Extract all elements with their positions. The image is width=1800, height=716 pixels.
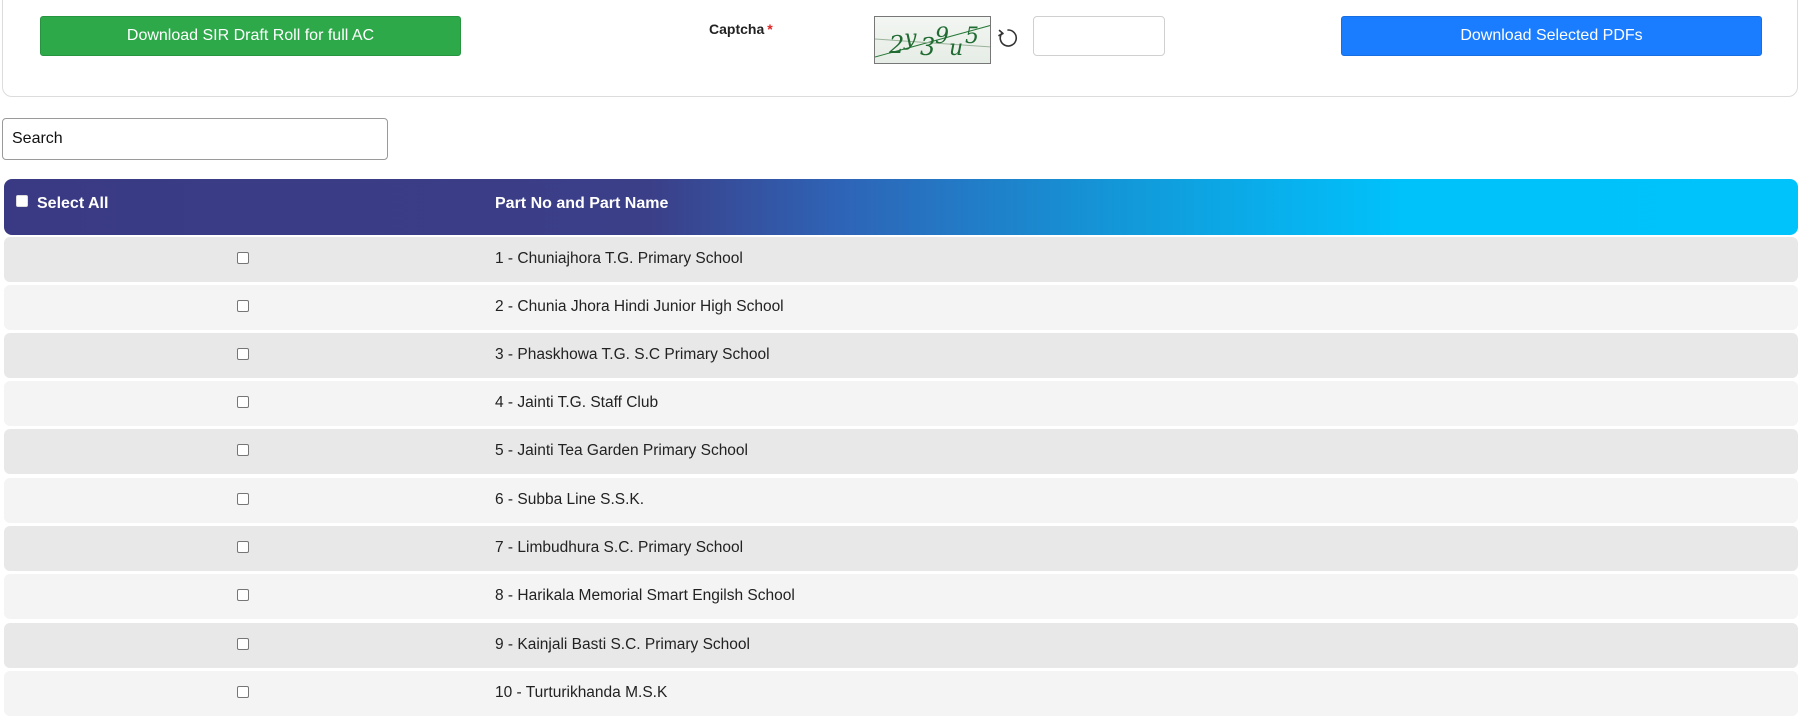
part-column-header: Part No and Part Name: [495, 195, 669, 212]
part-name: 2 - Chunia Jhora Hindi Junior High Schoo…: [495, 298, 784, 315]
part-name: 8 - Harikala Memorial Smart Engilsh Scho…: [495, 587, 795, 604]
svg-text:2: 2: [888, 31, 904, 59]
table-row: 5 - Jainti Tea Garden Primary School: [4, 429, 1798, 474]
row-checkbox[interactable]: [237, 444, 249, 456]
required-mark: *: [767, 21, 773, 37]
row-checkbox[interactable]: [237, 589, 249, 601]
download-selected-label: Download Selected PDFs: [1460, 27, 1643, 44]
part-name: 10 - Turturikhanda M.S.K: [495, 684, 668, 701]
table-row: 4 - Jainti T.G. Staff Club: [4, 381, 1798, 426]
captcha-input[interactable]: [1033, 16, 1165, 56]
part-name: 5 - Jainti Tea Garden Primary School: [495, 442, 748, 459]
table-row: 1 - Chuniajhora T.G. Primary School: [4, 237, 1798, 282]
svg-text:u: u: [949, 36, 963, 61]
row-checkbox[interactable]: [237, 396, 249, 408]
select-all-checkbox[interactable]: [16, 195, 28, 207]
select-all-label: Select All: [37, 195, 109, 212]
row-checkbox[interactable]: [237, 252, 249, 264]
svg-text:3: 3: [920, 33, 935, 61]
row-checkbox[interactable]: [237, 638, 249, 650]
table-row: 7 - Limbudhura S.C. Primary School: [4, 526, 1798, 571]
refresh-icon[interactable]: [997, 27, 1019, 49]
table-row: 8 - Harikala Memorial Smart Engilsh Scho…: [4, 574, 1798, 619]
captcha-label-text: Captcha: [709, 21, 765, 37]
download-full-ac-button[interactable]: Download SIR Draft Roll for full AC: [40, 16, 461, 56]
part-name: 4 - Jainti T.G. Staff Club: [495, 394, 659, 411]
table-row: 6 - Subba Line S.S.K.: [4, 478, 1798, 523]
captcha-label: Captcha *: [709, 21, 773, 37]
row-checkbox[interactable]: [237, 686, 249, 698]
table-header: Select All Part No and Part Name: [4, 179, 1798, 235]
svg-text:9: 9: [935, 24, 949, 49]
row-checkbox[interactable]: [237, 493, 249, 505]
table-row: 9 - Kainjali Basti S.C. Primary School: [4, 623, 1798, 668]
part-name: 6 - Subba Line S.S.K.: [495, 491, 645, 508]
part-name: 1 - Chuniajhora T.G. Primary School: [495, 250, 743, 267]
captcha-image: 2 y 3 9 u 5: [874, 16, 991, 64]
svg-text:y: y: [903, 26, 917, 51]
search-input[interactable]: [2, 118, 388, 160]
table-row: 3 - Phaskhowa T.G. S.C Primary School: [4, 333, 1798, 378]
row-checkbox[interactable]: [237, 541, 249, 553]
table-row: 2 - Chunia Jhora Hindi Junior High Schoo…: [4, 285, 1798, 330]
row-checkbox[interactable]: [237, 348, 249, 360]
part-name: 3 - Phaskhowa T.G. S.C Primary School: [495, 346, 770, 363]
svg-text:5: 5: [965, 24, 979, 49]
part-name: 7 - Limbudhura S.C. Primary School: [495, 539, 744, 556]
table-row: 10 - Turturikhanda M.S.K: [4, 671, 1798, 716]
part-name: 9 - Kainjali Basti S.C. Primary School: [495, 636, 750, 653]
download-full-ac-label: Download SIR Draft Roll for full AC: [126, 27, 375, 44]
download-selected-button[interactable]: Download Selected PDFs: [1341, 16, 1762, 56]
row-checkbox[interactable]: [237, 300, 249, 312]
